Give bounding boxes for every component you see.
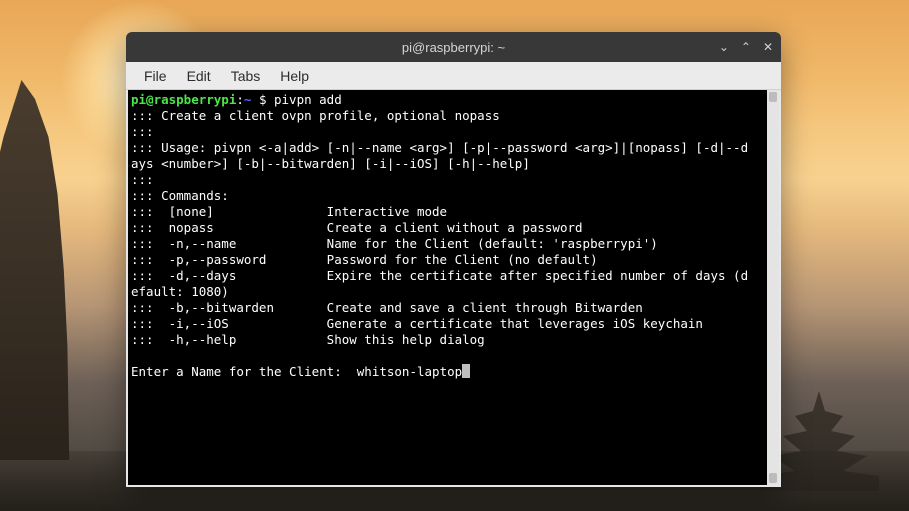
output-line: ::: Create a client ovpn profile, option… [131,108,500,123]
scrollbar-up-icon[interactable] [769,92,777,102]
output-line: ::: Usage: pivpn <-a|add> [-n|--name <ar… [131,140,748,171]
menu-help[interactable]: Help [272,65,317,87]
prompt-userhost: pi@raspberrypi [131,92,236,107]
client-name-prompt: Enter a Name for the Client: [131,364,357,379]
terminal-wrap: pi@raspberrypi:~ $ pivpn add ::: Create … [126,90,781,487]
terminal-cursor [462,364,470,378]
output-line: ::: [none] Interactive mode [131,204,447,219]
menu-edit[interactable]: Edit [179,65,219,87]
close-icon[interactable]: ✕ [763,41,773,53]
prompt-command: pivpn add [274,92,342,107]
minimize-icon[interactable]: ⌄ [719,41,729,53]
menubar: File Edit Tabs Help [126,62,781,90]
menu-tabs[interactable]: Tabs [223,65,269,87]
titlebar[interactable]: pi@raspberrypi: ~ ⌄ ⌃ ✕ [126,32,781,62]
scrollbar-down-icon[interactable] [769,473,777,483]
menu-file[interactable]: File [136,65,175,87]
window-controls: ⌄ ⌃ ✕ [719,41,773,53]
client-name-input[interactable]: whitson-laptop [357,364,462,379]
output-line: ::: -i,--iOS Generate a certificate that… [131,316,703,331]
background-temple-silhouette [0,80,80,460]
prompt-colon: : [236,92,244,107]
window-title: pi@raspberrypi: ~ [402,40,505,55]
terminal-output[interactable]: pi@raspberrypi:~ $ pivpn add ::: Create … [128,90,767,485]
scrollbar[interactable] [767,90,779,485]
output-line: ::: -d,--days Expire the certificate aft… [131,268,748,299]
output-line: ::: [131,172,154,187]
output-line: ::: nopass Create a client without a pas… [131,220,583,235]
output-line: ::: -p,--password Password for the Clien… [131,252,598,267]
output-line: ::: -b,--bitwarden Create and save a cli… [131,300,643,315]
prompt-sigil: $ [251,92,274,107]
output-line: ::: -h,--help Show this help dialog [131,332,485,347]
maximize-icon[interactable]: ⌃ [741,41,751,53]
output-line: ::: [131,124,154,139]
output-line: ::: -n,--name Name for the Client (defau… [131,236,658,251]
output-line: ::: Commands: [131,188,229,203]
terminal-window: pi@raspberrypi: ~ ⌄ ⌃ ✕ File Edit Tabs H… [126,32,781,487]
